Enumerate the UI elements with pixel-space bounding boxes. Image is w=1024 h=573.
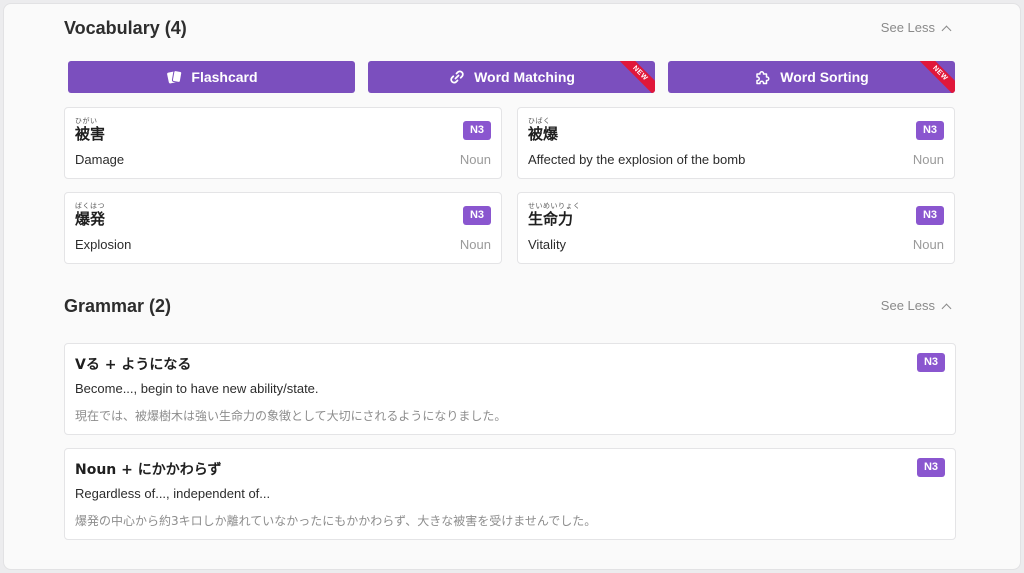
app-frame: Vocabulary (4) See Less Flashcard Word M… xyxy=(3,3,1021,570)
see-less-label: See Less xyxy=(880,298,935,313)
grammar-header: Grammar (2) See Less xyxy=(64,291,956,321)
part-of-speech: Noun xyxy=(459,152,491,167)
vocab-card[interactable]: ばくはつ 爆発 N3 Explosion Noun xyxy=(64,192,502,264)
chevron-up-icon xyxy=(941,25,952,35)
flashcard-label: Flashcard xyxy=(191,69,258,85)
word-matching-label: Word Matching xyxy=(474,69,575,85)
word-sorting-button[interactable]: Word Sorting NEW xyxy=(668,61,955,93)
word-matching-button[interactable]: Word Matching NEW xyxy=(368,61,655,93)
grammar-see-less-toggle[interactable]: See Less xyxy=(880,291,952,321)
flashcard-button[interactable]: Flashcard xyxy=(68,61,355,93)
level-badge: N3 xyxy=(917,353,945,372)
grammar-title: Grammar (2) xyxy=(64,296,172,316)
vocabulary-header: Vocabulary (4) See Less xyxy=(64,13,956,43)
level-badge: N3 xyxy=(916,206,944,225)
part-of-speech: Noun xyxy=(912,237,944,252)
word-meaning: Vitality xyxy=(528,237,567,252)
vocabulary-title: Vocabulary (4) xyxy=(64,18,187,38)
grammar-meaning: Become..., begin to have new ability/sta… xyxy=(75,381,319,396)
vocabulary-see-less-toggle[interactable]: See Less xyxy=(880,13,952,43)
grammar-card[interactable]: Noun + にかかわらず N3 Regardless of..., indep… xyxy=(64,448,956,540)
vocab-card[interactable]: ひばく 被爆 N3 Affected by the explosion of t… xyxy=(517,107,955,179)
level-badge: N3 xyxy=(916,121,944,140)
level-badge: N3 xyxy=(917,458,945,477)
new-ribbon: NEW xyxy=(617,61,655,93)
word-kanji: 爆発 xyxy=(75,210,106,228)
grammar-card[interactable]: Vる + ようになる N3 Become..., begin to have n… xyxy=(64,343,956,435)
grammar-meaning: Regardless of..., independent of... xyxy=(75,486,271,501)
grammar-pattern: Noun + にかかわらず xyxy=(75,462,222,478)
new-ribbon: NEW xyxy=(917,61,955,93)
puzzle-icon xyxy=(756,71,770,85)
grammar-example: 爆発の中心から約3キロしか離れていなかったにもかかわらず、大きな被害を受けません… xyxy=(75,514,597,528)
word-meaning: Affected by the explosion of the bomb xyxy=(528,152,746,167)
chevron-up-icon xyxy=(941,303,952,313)
word-sorting-label: Word Sorting xyxy=(780,69,869,85)
cards-icon xyxy=(167,70,183,84)
see-less-label: See Less xyxy=(880,20,935,35)
part-of-speech: Noun xyxy=(912,152,944,167)
word-kanji: 被爆 xyxy=(528,125,559,143)
part-of-speech: Noun xyxy=(459,237,491,252)
word-meaning: Explosion xyxy=(75,237,132,252)
word-kanji: 生命力 xyxy=(528,210,574,228)
level-badge: N3 xyxy=(463,121,491,140)
word-kanji: 被害 xyxy=(75,125,106,143)
word-meaning: Damage xyxy=(75,152,125,167)
level-badge: N3 xyxy=(463,206,491,225)
grammar-example: 現在では、被爆樹木は強い生命力の象徴として大切にされるようになりました。 xyxy=(75,409,507,423)
vocab-card[interactable]: せいめいりょく 生命力 N3 Vitality Noun xyxy=(517,192,955,264)
link-icon xyxy=(450,70,464,84)
vocab-card[interactable]: ひがい 被害 N3 Damage Noun xyxy=(64,107,502,179)
grammar-pattern: Vる + ようになる xyxy=(75,357,192,373)
